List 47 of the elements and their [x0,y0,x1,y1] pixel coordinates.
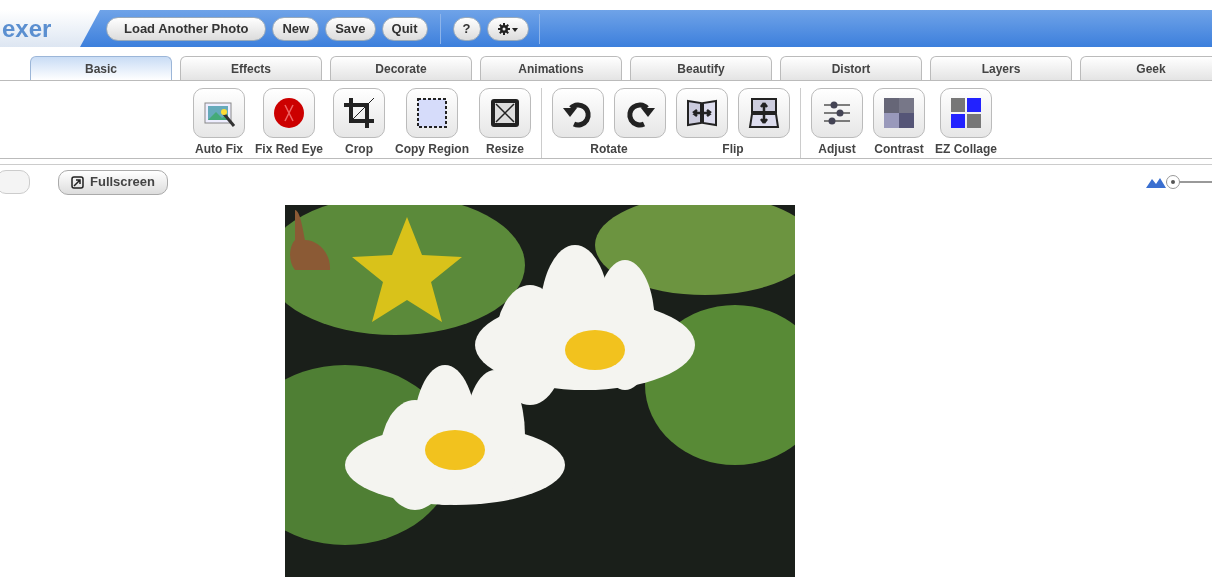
tool-button[interactable] [614,88,667,138]
tool-label: Rotate [590,141,628,158]
toolbar-button[interactable]: Save [325,16,376,41]
toolbar-button[interactable]: New [272,16,320,41]
tab[interactable]: Decorate [330,56,472,80]
tool-label: Resize [486,141,525,158]
contrast-icon [882,96,917,130]
expand-icon [71,175,84,189]
tool-button[interactable] [479,88,532,138]
tool-label: Crop [345,141,374,158]
slider-thumb[interactable] [1166,175,1181,189]
tab[interactable]: Beautify [630,56,772,80]
fullscreen-button[interactable]: Fullscreen [58,169,169,195]
toolbar-button[interactable]: Load Another Photo [106,16,267,41]
tool-button[interactable] [676,88,729,138]
tool-button[interactable] [940,88,993,138]
tab[interactable]: Geek [1080,56,1212,80]
settings-button[interactable] [486,16,529,41]
tool-label: Adjust [818,141,856,158]
dashed-square-icon [415,96,450,130]
flip-vertical-icon [747,96,782,130]
crop-icon [342,96,377,130]
tab[interactable]: Distort [780,56,922,80]
tab[interactable]: Layers [930,56,1072,80]
tool-label: Auto Fix [195,141,243,158]
logo: exer [0,10,100,47]
tool-button[interactable] [873,88,926,138]
tab[interactable]: Animations [480,56,622,80]
tool-button[interactable] [552,88,605,138]
toolbar-button[interactable]: ? [452,16,481,41]
tool-label: EZ Collage [935,141,998,158]
tool-button[interactable] [811,88,864,138]
tab[interactable]: Basic [30,56,172,80]
gear-icon [496,21,519,36]
tab[interactable]: Effects [180,56,322,80]
tool-button[interactable] [333,88,386,138]
tool-label: Copy Region [395,141,470,158]
tool-button[interactable] [406,88,459,138]
tool-label: Fix Red Eye [255,141,324,158]
tool-label: Flip [722,141,744,158]
toolbar-button[interactable]: Quit [381,16,428,41]
tool-label: Contrast [874,141,924,158]
x-ball-icon [272,96,306,130]
zoom-slider[interactable] [1166,175,1212,189]
tool-button[interactable] [738,88,791,138]
collage-icon [949,96,984,130]
mountain-icon [1146,176,1166,188]
